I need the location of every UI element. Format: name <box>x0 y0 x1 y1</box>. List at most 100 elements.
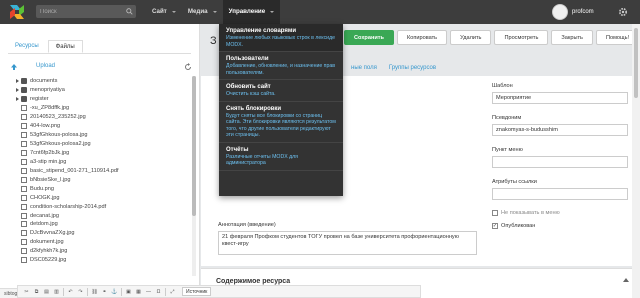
template-select[interactable]: Мероприятие <box>492 92 628 104</box>
close-button[interactable]: Закрыть <box>551 30 593 45</box>
menu-item-title: Пользователи <box>226 56 269 62</box>
menu-item-title: Управление словарями <box>226 28 297 34</box>
copy-button[interactable]: Копировать <box>396 30 448 45</box>
cut-icon[interactable]: ✂ <box>22 288 31 296</box>
file-name: decanat.jpg <box>30 212 59 219</box>
search-icon[interactable] <box>126 8 133 15</box>
file-item[interactable]: DSC05229.jpg <box>14 256 184 265</box>
special-char-icon[interactable]: Ω <box>154 288 163 296</box>
link-icon[interactable]: ⛓ <box>90 288 99 296</box>
anchor-icon[interactable]: ⚓ <box>110 288 119 296</box>
checkbox-box[interactable] <box>492 210 498 216</box>
preview-button[interactable]: Просмотреть <box>494 30 549 45</box>
hr-icon[interactable]: ― <box>144 288 153 296</box>
file-item[interactable]: 53gfGhkous-polosa.jpg <box>14 131 184 140</box>
file-item[interactable]: basic_stipend_001-271_110914.pdf <box>14 166 184 175</box>
divider <box>87 287 88 296</box>
menu-item-refresh-site[interactable]: Обновить сайт Очистить кэш сайта. <box>219 80 343 102</box>
file-item[interactable]: CHOGK.jpg <box>14 193 184 202</box>
check-icon[interactable]: ✓ <box>492 223 498 229</box>
published-checkbox[interactable]: ✓ Опубликован <box>492 223 535 229</box>
user-name[interactable]: profcom <box>572 9 594 15</box>
folder-item[interactable]: menopriyatiya <box>14 86 184 95</box>
file-item[interactable]: 404-low.png <box>14 122 184 131</box>
folder-item[interactable]: register <box>14 95 184 104</box>
tab-template-vars[interactable]: ные поля <box>351 65 377 71</box>
menu-item-reports[interactable]: Отчёты Различные отчеты MODX для админист… <box>219 143 343 171</box>
collapse-icon[interactable] <box>623 278 629 282</box>
file-name: dokument.jpg <box>30 239 64 246</box>
redo-icon[interactable]: ↷ <box>76 288 85 296</box>
file-item[interactable]: 53gfGhkous-polosa2.jpg <box>14 140 184 149</box>
file-item[interactable]: dokument.jpg <box>14 238 184 247</box>
link-attributes-input[interactable] <box>492 188 628 200</box>
file-item[interactable]: Budu.png <box>14 184 184 193</box>
file-item[interactable]: condition-scholarship-2014.pdf <box>14 202 184 211</box>
chevron-down-icon <box>171 11 176 13</box>
nav-manage-label: Управление <box>228 8 266 15</box>
file-icon <box>21 141 27 148</box>
menu-item-remove-locks[interactable]: Снять блокировки Будут сняты все блокиров… <box>219 102 343 143</box>
resource-toolbar: Сохранить Копировать Удалить Просмотреть Зак… <box>344 30 640 45</box>
menu-item-input[interactable] <box>492 156 628 168</box>
tab-files[interactable]: Файлы <box>47 40 83 53</box>
nav-manage[interactable]: Управление <box>222 0 281 24</box>
upload-button[interactable]: Upload <box>36 63 55 69</box>
table-icon[interactable]: ▦ <box>134 288 143 296</box>
user-menu[interactable]: profcom <box>552 4 594 20</box>
file-name: 20140523_235252.jpg <box>30 114 86 121</box>
chevron-right-icon[interactable] <box>14 79 21 84</box>
file-item[interactable]: -xu_ZP8dffk.jpg <box>14 104 184 113</box>
avatar[interactable] <box>552 4 568 20</box>
hide-menu-checkbox[interactable]: Не показывать в меню <box>492 210 560 216</box>
tab-resource-groups[interactable]: Группы ресурсов <box>389 65 436 71</box>
menu-item-users[interactable]: Пользователи Добавление, обновление, и на… <box>219 52 343 80</box>
nav-site[interactable]: Сайт <box>146 0 182 24</box>
file-name: register <box>30 96 49 103</box>
chevron-down-icon <box>212 11 217 13</box>
menu-item-lexicon[interactable]: Управление словарями Изменение любых язык… <box>219 24 343 52</box>
image-icon[interactable]: ▣ <box>124 288 133 296</box>
upload-icon[interactable] <box>10 63 18 71</box>
paste-icon[interactable]: ▤ <box>42 288 51 296</box>
unlink-icon[interactable]: ⚭ <box>100 288 109 296</box>
delete-button[interactable]: Удалить <box>450 30 492 45</box>
resource-tree-panel: Ресурсы Файлы Upload documents menopriyat… <box>0 24 200 298</box>
copy-icon[interactable]: ⧉ <box>32 288 41 296</box>
save-button[interactable]: Сохранить <box>344 30 394 45</box>
scrollbar-thumb[interactable] <box>192 76 196 216</box>
source-button[interactable]: Источник <box>182 287 212 296</box>
search-input[interactable] <box>36 5 124 18</box>
nav-media[interactable]: Медиа <box>182 0 223 24</box>
gear-icon[interactable] <box>618 7 628 17</box>
file-item[interactable]: bNbsieSke_l.jpg <box>14 175 184 184</box>
scrollbar-thumb[interactable] <box>634 28 638 98</box>
file-item[interactable]: 7cnt6fp2bJk.jpg <box>14 149 184 158</box>
chevron-right-icon[interactable] <box>14 97 21 102</box>
file-item[interactable]: detdom.jpg <box>14 220 184 229</box>
file-item[interactable]: 20140523_235252.jpg <box>14 113 184 122</box>
chevron-right-icon[interactable] <box>14 88 21 93</box>
tab-resources[interactable]: Ресурсы <box>8 40 46 53</box>
main-scrollbar[interactable] <box>632 24 640 298</box>
refresh-icon[interactable] <box>184 63 192 71</box>
file-item[interactable]: DJcBvvnaZXg.jpg <box>14 229 184 238</box>
template-label: Шаблон <box>492 83 513 89</box>
file-tree-scrollbar[interactable] <box>192 76 196 276</box>
file-item[interactable]: d2kfyhkh7k.jpg <box>14 247 184 256</box>
divider <box>63 287 64 296</box>
file-item[interactable]: a3-stip min.jpg <box>14 157 184 166</box>
folder-item[interactable]: documents <box>14 77 184 86</box>
modx-logo-icon[interactable] <box>8 3 26 21</box>
alias-input[interactable]: znakomyas-s-budusshim <box>492 124 628 136</box>
undo-icon[interactable]: ↶ <box>66 288 75 296</box>
file-item[interactable]: decanat.jpg <box>14 211 184 220</box>
alias-value: znakomyas-s-budusshim <box>496 127 558 133</box>
file-name: d2kfyhkh7k.jpg <box>30 248 68 255</box>
editor-toolbar: ✂ ⧉ ▤ ▥ ↶ ↷ ⛓ ⚭ ⚓ ▣ ▦ ― Ω ⤢ Источник <box>17 285 421 298</box>
maximize-icon[interactable]: ⤢ <box>168 288 177 296</box>
file-name: Budu.png <box>30 185 54 192</box>
file-name: CHOGK.jpg <box>30 194 60 201</box>
annotation-textarea[interactable]: 21 февраля Профком студентов ТОГУ провел… <box>218 231 477 255</box>
paste-text-icon[interactable]: ▥ <box>52 288 61 296</box>
